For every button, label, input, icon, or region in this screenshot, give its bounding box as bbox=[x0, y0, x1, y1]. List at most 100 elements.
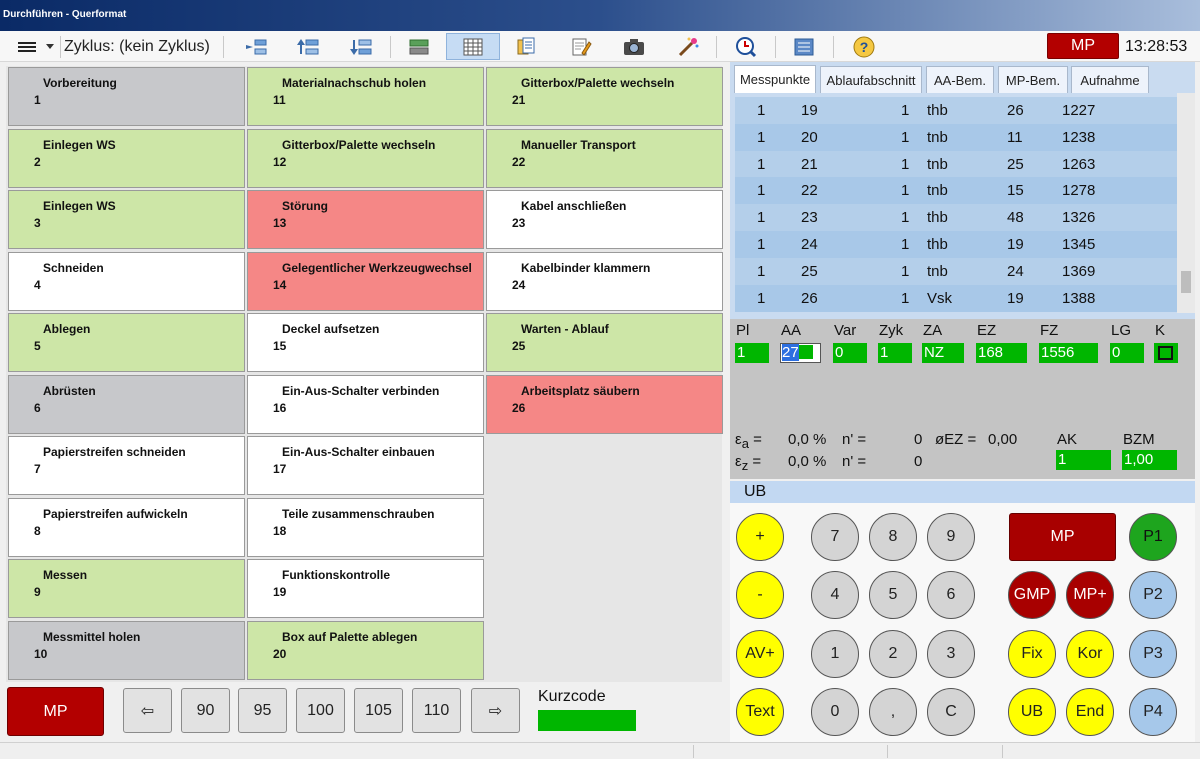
work-element-tile[interactable]: Kabel anschließen 23 bbox=[486, 190, 723, 249]
work-element-tile[interactable]: Deckel aufsetzen 15 bbox=[247, 313, 484, 372]
key-8[interactable]: 8 bbox=[869, 513, 917, 561]
key-4[interactable]: 4 bbox=[811, 571, 859, 619]
key-av-plus[interactable]: AV+ bbox=[736, 630, 784, 678]
work-element-tile[interactable]: Funktionskontrolle 19 bbox=[247, 559, 484, 618]
mp-top-button[interactable]: MP bbox=[1047, 33, 1119, 59]
work-element-tile[interactable]: Gitterbox/Palette wechseln 12 bbox=[247, 128, 484, 188]
work-element-tile[interactable]: Box auf Palette ablegen 20 bbox=[247, 620, 484, 680]
field-fz[interactable]: 1556 bbox=[1039, 343, 1098, 363]
arrow-right-button[interactable]: ⇨ bbox=[471, 688, 520, 733]
key-comma[interactable]: , bbox=[869, 688, 917, 736]
table-row[interactable]: 1 21 1 tnb 25 1263 bbox=[735, 150, 1177, 178]
work-element-tile[interactable]: Einlegen WS 2 bbox=[8, 128, 245, 188]
key-5[interactable]: 5 bbox=[869, 571, 917, 619]
table-row[interactable]: 1 23 1 thb 48 1326 bbox=[735, 204, 1177, 232]
list-view-icon[interactable] bbox=[788, 33, 819, 60]
work-element-tile[interactable]: Papierstreifen schneiden 7 bbox=[8, 436, 245, 495]
work-element-tile[interactable]: Messmittel holen 10 bbox=[8, 620, 245, 680]
preset-90-button[interactable]: 90 bbox=[181, 688, 230, 733]
field-zyk[interactable]: 1 bbox=[878, 343, 912, 363]
grid-view-icon[interactable] bbox=[446, 33, 500, 60]
scrollbar-thumb[interactable] bbox=[1181, 271, 1191, 293]
work-element-tile[interactable]: Abrüsten 6 bbox=[8, 374, 245, 434]
table-row[interactable]: 1 22 1 tnb 15 1278 bbox=[735, 177, 1177, 205]
key-mp-plus[interactable]: MP+ bbox=[1066, 571, 1114, 619]
work-element-tile[interactable]: Papierstreifen aufwickeln 8 bbox=[8, 497, 245, 557]
field-var[interactable]: 0 bbox=[833, 343, 867, 363]
mp-big-button[interactable]: MP bbox=[7, 687, 104, 736]
menu-icon[interactable] bbox=[14, 33, 40, 60]
move-down-icon[interactable] bbox=[345, 33, 376, 60]
key-p4[interactable]: P4 bbox=[1129, 688, 1177, 736]
help-icon[interactable]: ? bbox=[848, 33, 879, 60]
edit-note-icon[interactable] bbox=[565, 33, 596, 60]
work-element-tile[interactable]: Störung 13 bbox=[247, 190, 484, 249]
cycle-label[interactable]: Zyklus: (kein Zyklus) bbox=[64, 33, 210, 60]
key-9[interactable]: 9 bbox=[927, 513, 975, 561]
key-text[interactable]: Text bbox=[736, 688, 784, 736]
key-7[interactable]: 7 bbox=[811, 513, 859, 561]
tab-aa-bem[interactable]: AA-Bem. bbox=[926, 66, 994, 93]
work-element-tile[interactable]: Ein-Aus-Schalter verbinden 16 bbox=[247, 374, 484, 434]
tab-ablaufabschnitt[interactable]: Ablaufabschnitt bbox=[820, 66, 922, 93]
key-ub[interactable]: UB bbox=[1008, 688, 1056, 736]
preset-105-button[interactable]: 105 bbox=[354, 688, 403, 733]
work-element-tile[interactable]: Teile zusammenschrauben 18 bbox=[247, 497, 484, 557]
work-element-tile[interactable]: Materialnachschub holen 11 bbox=[247, 67, 484, 126]
ak-field[interactable]: 1 bbox=[1056, 450, 1111, 470]
work-element-tile[interactable]: Kabelbinder klammern 24 bbox=[486, 251, 723, 311]
field-aa[interactable]: 27 bbox=[780, 343, 821, 363]
work-element-tile[interactable]: Einlegen WS 3 bbox=[8, 190, 245, 249]
key-p2[interactable]: P2 bbox=[1129, 571, 1177, 619]
key-fix[interactable]: Fix bbox=[1008, 630, 1056, 678]
work-element-tile[interactable]: Gitterbox/Palette wechseln 21 bbox=[486, 67, 723, 126]
tab-messpunkte[interactable]: Messpunkte bbox=[734, 65, 816, 93]
work-element-tile[interactable]: Schneiden 4 bbox=[8, 251, 245, 311]
work-element-tile[interactable]: Ablegen 5 bbox=[8, 313, 245, 372]
work-element-tile[interactable]: Gelegentlicher Werkzeugwechsel 14 bbox=[247, 251, 484, 311]
table-row[interactable]: 1 20 1 tnb 11 1238 bbox=[735, 123, 1177, 151]
work-element-tile[interactable]: Messen 9 bbox=[8, 559, 245, 618]
preset-110-button[interactable]: 110 bbox=[412, 688, 461, 733]
key-p1[interactable]: P1 bbox=[1129, 513, 1177, 561]
mp-keypad-button[interactable]: MP bbox=[1009, 513, 1116, 561]
key-0[interactable]: 0 bbox=[811, 688, 859, 736]
move-up-icon[interactable] bbox=[292, 33, 323, 60]
field-pl[interactable]: 1 bbox=[735, 343, 769, 363]
dropdown-arrow-icon[interactable] bbox=[42, 33, 58, 60]
table-row[interactable]: 1 25 1 tnb 24 1369 bbox=[735, 257, 1177, 285]
arrow-left-button[interactable]: ⇦ bbox=[123, 688, 172, 733]
kurzcode-input[interactable] bbox=[538, 710, 636, 731]
camera-icon[interactable] bbox=[618, 33, 649, 60]
key-kor[interactable]: Kor bbox=[1066, 630, 1114, 678]
tab-aufnahme[interactable]: Aufnahme bbox=[1071, 66, 1149, 93]
key-minus[interactable]: - bbox=[736, 571, 784, 619]
copy-document-icon[interactable] bbox=[510, 33, 541, 60]
field-lg[interactable]: 0 bbox=[1110, 343, 1144, 363]
green-bar-icon[interactable] bbox=[403, 33, 434, 60]
table-row[interactable]: 1 19 1 thb 26 1227 bbox=[735, 97, 1177, 124]
key-end[interactable]: End bbox=[1066, 688, 1114, 736]
key-p3[interactable]: P3 bbox=[1129, 630, 1177, 678]
key-gmp[interactable]: GMP bbox=[1008, 571, 1056, 619]
work-element-tile[interactable]: Arbeitsplatz säubern 26 bbox=[486, 374, 723, 434]
key-3[interactable]: 3 bbox=[927, 630, 975, 678]
work-element-tile[interactable]: Ein-Aus-Schalter einbauen 17 bbox=[247, 436, 484, 495]
bzm-field[interactable]: 1,00 bbox=[1122, 450, 1177, 470]
clock-search-icon[interactable] bbox=[730, 33, 761, 60]
insert-before-icon[interactable] bbox=[240, 33, 271, 60]
table-scrollbar[interactable] bbox=[1177, 93, 1195, 313]
table-row[interactable]: 1 24 1 thb 19 1345 bbox=[735, 231, 1177, 258]
work-element-tile[interactable]: Warten - Ablauf 25 bbox=[486, 313, 723, 372]
key-plus[interactable]: + bbox=[736, 513, 784, 561]
preset-95-button[interactable]: 95 bbox=[238, 688, 287, 733]
work-element-tile[interactable]: Vorbereitung 1 bbox=[8, 67, 245, 126]
magic-wand-icon[interactable] bbox=[672, 33, 703, 60]
tab-mp-bem[interactable]: MP-Bem. bbox=[998, 66, 1068, 93]
key-1[interactable]: 1 bbox=[811, 630, 859, 678]
key-2[interactable]: 2 bbox=[869, 630, 917, 678]
preset-100-button[interactable]: 100 bbox=[296, 688, 345, 733]
field-za[interactable]: NZ bbox=[922, 343, 964, 363]
work-element-tile[interactable]: Manueller Transport 22 bbox=[486, 128, 723, 188]
table-row[interactable]: 1 26 1 Vsk 19 1388 bbox=[735, 284, 1177, 312]
